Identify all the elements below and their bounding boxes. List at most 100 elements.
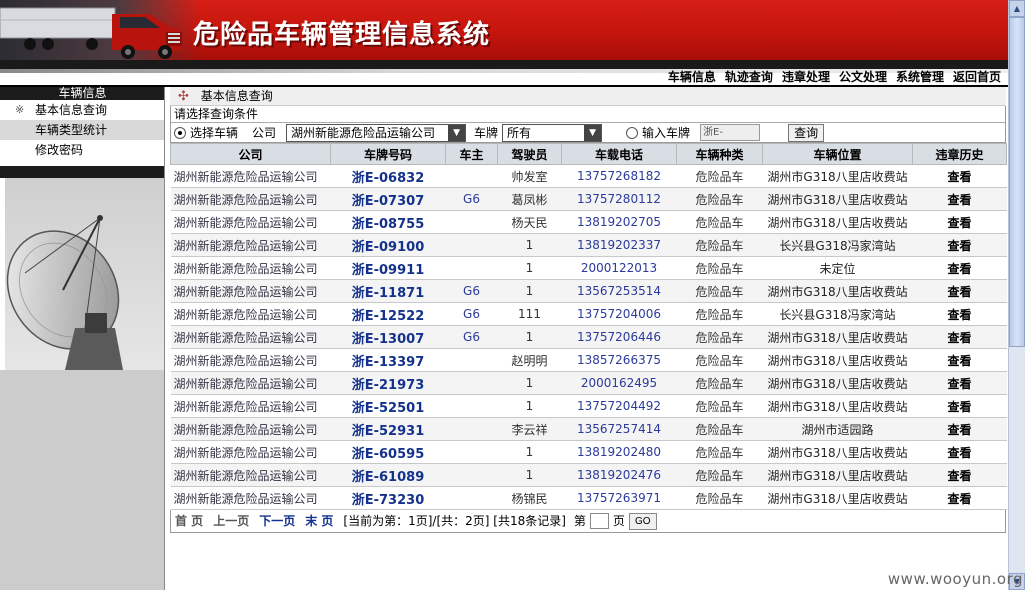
input-plate-label: 输入车牌: [642, 126, 691, 140]
cell-phone: 13819202705: [561, 210, 677, 234]
cell-plate: 浙E-61089: [330, 463, 446, 487]
chevron-down-icon: ▼: [584, 124, 602, 141]
cell-violation-history[interactable]: 查看: [912, 279, 1007, 303]
cell-plate: 浙E-07307: [330, 187, 446, 211]
page-title: 基本信息查询: [200, 89, 273, 103]
cell-phone: 13819202480: [561, 440, 677, 464]
cell-phone: 13757204492: [561, 394, 677, 418]
company-select[interactable]: 湖州新能源危险品运输公司 ▼: [286, 123, 467, 142]
prev-page-link[interactable]: 上一页: [213, 510, 249, 533]
col-driver: 驾驶员: [497, 143, 562, 165]
cell-violation-history[interactable]: 查看: [912, 302, 1007, 326]
nav-home[interactable]: 返回首页: [953, 69, 1001, 85]
cell-company: 湖州新能源危险品运输公司: [170, 279, 331, 303]
cell-violation-history[interactable]: 查看: [912, 187, 1007, 211]
table-row: 湖州新能源危险品运输公司 浙E-21973 1 2000162495 危险品车 湖州市G3…: [170, 371, 1007, 395]
table-row: 湖州新能源危险品运输公司 浙E-61089 1 13819202476 危险品车 湖州市G…: [170, 463, 1007, 487]
nav-system-admin[interactable]: 系统管理: [896, 69, 944, 85]
next-page-link[interactable]: 下一页: [259, 510, 295, 533]
go-button[interactable]: GO: [628, 512, 657, 530]
cell-plate: 浙E-13397: [330, 348, 446, 372]
banner-bar: [0, 60, 1008, 69]
table-row: 湖州新能源危险品运输公司 浙E-08755 杨天民 13819202705 危险品车 湖州…: [170, 210, 1007, 234]
cell-driver: 1: [497, 233, 562, 257]
plate-input[interactable]: 浙E-: [700, 124, 761, 141]
vehicle-table: 公司 车牌号码 车主 驾驶员 车载电话 车辆种类 车辆位置 违章历史 湖州新能源…: [170, 143, 1007, 510]
cell-violation-history[interactable]: 查看: [912, 440, 1007, 464]
main-content: ✣ 基本信息查询 请选择查询条件 选择车辆 公司 湖州新能源危险品运输公司 ▼ …: [170, 87, 1007, 533]
cell-plate: 浙E-60595: [330, 440, 446, 464]
cell-phone: 2000162495: [561, 371, 677, 395]
cell-phone: 13567253514: [561, 279, 677, 303]
company-label: 公司: [252, 126, 277, 140]
cell-location: 湖州市G318八里店收费站: [762, 440, 913, 464]
table-row: 湖州新能源危险品运输公司 浙E-60595 1 13819202480 危险品车 湖州市G…: [170, 440, 1007, 464]
cell-phone: 13757268182: [561, 164, 677, 188]
vertical-scrollbar[interactable]: ▲ ▼: [1008, 0, 1025, 590]
cell-owner: [445, 233, 498, 257]
col-plate: 车牌号码: [330, 143, 446, 165]
cell-driver: 赵明明: [497, 348, 562, 372]
sidebar-item-basic-info[interactable]: ※ 基本信息查询: [0, 100, 165, 120]
cell-company: 湖州新能源危险品运输公司: [170, 187, 331, 211]
company-select-value: 湖州新能源危险品运输公司: [291, 126, 436, 140]
cell-vehicle-type: 危险品车: [676, 256, 763, 280]
nav-documents[interactable]: 公文处理: [839, 69, 887, 85]
cell-violation-history[interactable]: 查看: [912, 394, 1007, 418]
cell-company: 湖州新能源危险品运输公司: [170, 302, 331, 326]
watermark: www.wooyun.org: [887, 570, 1023, 588]
cell-violation-history[interactable]: 查看: [912, 210, 1007, 234]
satellite-dish-image: [5, 178, 165, 370]
cell-owner: [445, 486, 498, 510]
select-vehicle-radio[interactable]: [174, 126, 186, 139]
sidebar-item-vehicle-type-stats[interactable]: 车辆类型统计: [0, 120, 165, 140]
col-owner: 车主: [445, 143, 498, 165]
input-plate-radio[interactable]: [626, 126, 639, 139]
breadcrumb: ✣ 基本信息查询: [170, 87, 1006, 106]
cell-violation-history[interactable]: 查看: [912, 371, 1007, 395]
cell-company: 湖州新能源危险品运输公司: [170, 210, 331, 234]
last-page-link[interactable]: 末 页: [305, 510, 333, 533]
cell-location: 湖州市G318八里店收费站: [762, 371, 913, 395]
first-page-link[interactable]: 首 页: [175, 510, 203, 533]
cell-plate: 浙E-08755: [330, 210, 446, 234]
cell-phone: 13757263971: [561, 486, 677, 510]
nav-vehicle-info[interactable]: 车辆信息: [668, 69, 716, 85]
table-row: 湖州新能源危险品运输公司 浙E-13007 G6 1 13757206446 危险品车 湖州…: [170, 325, 1007, 349]
query-button[interactable]: 查询: [788, 123, 825, 142]
cell-owner: [445, 210, 498, 234]
col-phone: 车载电话: [561, 143, 677, 165]
cell-company: 湖州新能源危险品运输公司: [170, 394, 331, 418]
plate-select[interactable]: 所有 ▼: [502, 123, 603, 142]
cell-owner: [445, 164, 498, 188]
cell-violation-history[interactable]: 查看: [912, 348, 1007, 372]
nav-violation[interactable]: 违章处理: [782, 69, 830, 85]
nav-track-query[interactable]: 轨迹查询: [725, 69, 773, 85]
cell-company: 湖州新能源危险品运输公司: [170, 233, 331, 257]
cell-location: 湖州市G318八里店收费站: [762, 394, 913, 418]
scroll-up-icon[interactable]: ▲: [1009, 0, 1025, 17]
cell-location: 湖州市G318八里店收费站: [762, 486, 913, 510]
col-vehicle-type: 车辆种类: [676, 143, 763, 165]
page-number-input[interactable]: [589, 513, 609, 529]
cell-violation-history[interactable]: 查看: [912, 325, 1007, 349]
table-row: 湖州新能源危险品运输公司 浙E-06832 帅发室 13757268182 危险品车 湖州…: [170, 164, 1007, 188]
cell-plate: 浙E-12522: [330, 302, 446, 326]
cell-violation-history[interactable]: 查看: [912, 463, 1007, 487]
cell-violation-history[interactable]: 查看: [912, 417, 1007, 441]
cell-violation-history[interactable]: 查看: [912, 164, 1007, 188]
sidebar-item-change-password[interactable]: 修改密码: [0, 140, 165, 160]
sidebar-divider: [0, 166, 165, 178]
filter-title: 请选择查询条件: [170, 106, 1006, 122]
cell-owner: G6: [445, 325, 498, 349]
cell-company: 湖州新能源危险品运输公司: [170, 440, 331, 464]
cell-phone: 2000122013: [561, 256, 677, 280]
cell-vehicle-type: 危险品车: [676, 440, 763, 464]
cell-violation-history[interactable]: 查看: [912, 233, 1007, 257]
cell-location: 长兴县G318冯家湾站: [762, 302, 913, 326]
cell-phone: 13819202337: [561, 233, 677, 257]
cell-owner: G6: [445, 302, 498, 326]
cell-violation-history[interactable]: 查看: [912, 486, 1007, 510]
cell-violation-history[interactable]: 查看: [912, 256, 1007, 280]
scroll-thumb[interactable]: [1009, 17, 1025, 347]
